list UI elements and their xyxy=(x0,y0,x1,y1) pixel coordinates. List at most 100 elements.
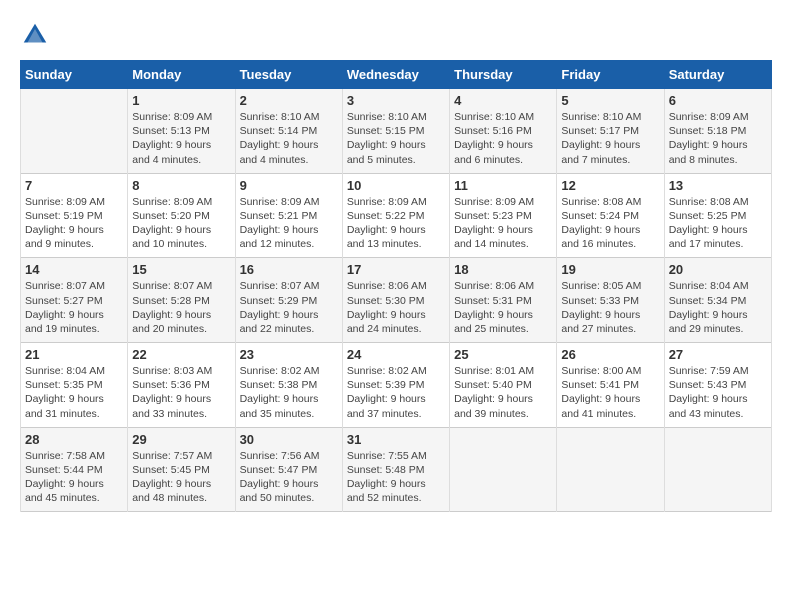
cell-info: Sunrise: 7:55 AM Sunset: 5:48 PM Dayligh… xyxy=(347,449,445,506)
cell-info: Sunrise: 8:02 AM Sunset: 5:38 PM Dayligh… xyxy=(240,364,338,421)
cell-info: Sunrise: 8:10 AM Sunset: 5:16 PM Dayligh… xyxy=(454,110,552,167)
calendar-cell: 1 Sunrise: 8:09 AM Sunset: 5:13 PM Daylig… xyxy=(128,89,235,174)
cell-info: Sunrise: 8:10 AM Sunset: 5:14 PM Dayligh… xyxy=(240,110,338,167)
calendar-cell: 27 Sunrise: 7:59 AM Sunset: 5:43 PM Dayli… xyxy=(664,343,771,428)
day-number: 16 xyxy=(240,262,338,277)
day-number: 27 xyxy=(669,347,767,362)
day-number: 6 xyxy=(669,93,767,108)
weekday-header: Tuesday xyxy=(235,61,342,89)
weekday-header: Sunday xyxy=(21,61,128,89)
weekday-header: Wednesday xyxy=(342,61,449,89)
day-number: 28 xyxy=(25,432,123,447)
day-number: 11 xyxy=(454,178,552,193)
page-header xyxy=(20,20,772,50)
calendar-cell: 25 Sunrise: 8:01 AM Sunset: 5:40 PM Dayli… xyxy=(450,343,557,428)
cell-info: Sunrise: 8:06 AM Sunset: 5:31 PM Dayligh… xyxy=(454,279,552,336)
day-number: 2 xyxy=(240,93,338,108)
calendar-cell: 30 Sunrise: 7:56 AM Sunset: 5:47 PM Dayli… xyxy=(235,427,342,512)
calendar-cell: 3 Sunrise: 8:10 AM Sunset: 5:15 PM Daylig… xyxy=(342,89,449,174)
day-number: 3 xyxy=(347,93,445,108)
calendar-cell: 5Sunrise: 8:10 AM Sunset: 5:17 PM Daylig… xyxy=(557,89,664,174)
cell-info: Sunrise: 8:09 AM Sunset: 5:13 PM Dayligh… xyxy=(132,110,230,167)
cell-info: Sunrise: 8:00 AM Sunset: 5:41 PM Dayligh… xyxy=(561,364,659,421)
calendar-body: 1 Sunrise: 8:09 AM Sunset: 5:13 PM Daylig… xyxy=(21,89,772,512)
day-number: 9 xyxy=(240,178,338,193)
calendar-cell: 13Sunrise: 8:08 AM Sunset: 5:25 PM Dayli… xyxy=(664,173,771,258)
cell-info: Sunrise: 8:09 AM Sunset: 5:18 PM Dayligh… xyxy=(669,110,767,167)
calendar-cell: 4 Sunrise: 8:10 AM Sunset: 5:16 PM Daylig… xyxy=(450,89,557,174)
cell-info: Sunrise: 8:10 AM Sunset: 5:17 PM Dayligh… xyxy=(561,110,659,167)
cell-info: Sunrise: 7:59 AM Sunset: 5:43 PM Dayligh… xyxy=(669,364,767,421)
calendar-cell: 10 Sunrise: 8:09 AM Sunset: 5:22 PM Dayli… xyxy=(342,173,449,258)
weekday-header: Thursday xyxy=(450,61,557,89)
calendar-cell: 14 Sunrise: 8:07 AM Sunset: 5:27 PM Dayli… xyxy=(21,258,128,343)
calendar-week-row: 21Sunrise: 8:04 AM Sunset: 5:35 PM Dayli… xyxy=(21,343,772,428)
calendar-cell xyxy=(21,89,128,174)
calendar-cell: 15 Sunrise: 8:07 AM Sunset: 5:28 PM Dayli… xyxy=(128,258,235,343)
calendar-cell: 24 Sunrise: 8:02 AM Sunset: 5:39 PM Dayli… xyxy=(342,343,449,428)
day-number: 1 xyxy=(132,93,230,108)
calendar-cell: 16 Sunrise: 8:07 AM Sunset: 5:29 PM Dayli… xyxy=(235,258,342,343)
cell-info: Sunrise: 8:03 AM Sunset: 5:36 PM Dayligh… xyxy=(132,364,230,421)
cell-info: Sunrise: 8:08 AM Sunset: 5:24 PM Dayligh… xyxy=(561,195,659,252)
calendar-cell: 28 Sunrise: 7:58 AM Sunset: 5:44 PM Dayli… xyxy=(21,427,128,512)
calendar-cell xyxy=(664,427,771,512)
calendar-cell: 23Sunrise: 8:02 AM Sunset: 5:38 PM Dayli… xyxy=(235,343,342,428)
calendar-cell xyxy=(557,427,664,512)
calendar-cell: 8 Sunrise: 8:09 AM Sunset: 5:20 PM Daylig… xyxy=(128,173,235,258)
weekday-header: Saturday xyxy=(664,61,771,89)
day-number: 19 xyxy=(561,262,659,277)
cell-info: Sunrise: 8:05 AM Sunset: 5:33 PM Dayligh… xyxy=(561,279,659,336)
day-number: 17 xyxy=(347,262,445,277)
calendar-cell: 6 Sunrise: 8:09 AM Sunset: 5:18 PM Daylig… xyxy=(664,89,771,174)
calendar-cell: 21Sunrise: 8:04 AM Sunset: 5:35 PM Dayli… xyxy=(21,343,128,428)
calendar-week-row: 1 Sunrise: 8:09 AM Sunset: 5:13 PM Daylig… xyxy=(21,89,772,174)
cell-info: Sunrise: 8:09 AM Sunset: 5:22 PM Dayligh… xyxy=(347,195,445,252)
cell-info: Sunrise: 7:58 AM Sunset: 5:44 PM Dayligh… xyxy=(25,449,123,506)
weekday-header: Friday xyxy=(557,61,664,89)
calendar-cell: 9 Sunrise: 8:09 AM Sunset: 5:21 PM Daylig… xyxy=(235,173,342,258)
calendar-cell: 26 Sunrise: 8:00 AM Sunset: 5:41 PM Dayli… xyxy=(557,343,664,428)
calendar-cell: 20Sunrise: 8:04 AM Sunset: 5:34 PM Dayli… xyxy=(664,258,771,343)
day-number: 29 xyxy=(132,432,230,447)
cell-info: Sunrise: 8:07 AM Sunset: 5:28 PM Dayligh… xyxy=(132,279,230,336)
cell-info: Sunrise: 8:09 AM Sunset: 5:21 PM Dayligh… xyxy=(240,195,338,252)
calendar-cell xyxy=(450,427,557,512)
calendar-cell: 11Sunrise: 8:09 AM Sunset: 5:23 PM Dayli… xyxy=(450,173,557,258)
day-number: 21 xyxy=(25,347,123,362)
cell-info: Sunrise: 8:06 AM Sunset: 5:30 PM Dayligh… xyxy=(347,279,445,336)
cell-info: Sunrise: 8:07 AM Sunset: 5:27 PM Dayligh… xyxy=(25,279,123,336)
day-number: 22 xyxy=(132,347,230,362)
cell-info: Sunrise: 8:10 AM Sunset: 5:15 PM Dayligh… xyxy=(347,110,445,167)
cell-info: Sunrise: 7:56 AM Sunset: 5:47 PM Dayligh… xyxy=(240,449,338,506)
cell-info: Sunrise: 8:02 AM Sunset: 5:39 PM Dayligh… xyxy=(347,364,445,421)
day-number: 4 xyxy=(454,93,552,108)
cell-info: Sunrise: 7:57 AM Sunset: 5:45 PM Dayligh… xyxy=(132,449,230,506)
calendar-cell: 22 Sunrise: 8:03 AM Sunset: 5:36 PM Dayli… xyxy=(128,343,235,428)
calendar-header: SundayMondayTuesdayWednesdayThursdayFrid… xyxy=(21,61,772,89)
cell-info: Sunrise: 8:09 AM Sunset: 5:20 PM Dayligh… xyxy=(132,195,230,252)
day-number: 24 xyxy=(347,347,445,362)
day-number: 13 xyxy=(669,178,767,193)
calendar-cell: 19 Sunrise: 8:05 AM Sunset: 5:33 PM Dayli… xyxy=(557,258,664,343)
calendar-week-row: 14 Sunrise: 8:07 AM Sunset: 5:27 PM Dayli… xyxy=(21,258,772,343)
logo-icon xyxy=(20,20,50,50)
day-number: 30 xyxy=(240,432,338,447)
day-number: 31 xyxy=(347,432,445,447)
day-number: 26 xyxy=(561,347,659,362)
calendar-cell: 7Sunrise: 8:09 AM Sunset: 5:19 PM Daylig… xyxy=(21,173,128,258)
cell-info: Sunrise: 8:07 AM Sunset: 5:29 PM Dayligh… xyxy=(240,279,338,336)
calendar-table: SundayMondayTuesdayWednesdayThursdayFrid… xyxy=(20,60,772,512)
cell-info: Sunrise: 8:01 AM Sunset: 5:40 PM Dayligh… xyxy=(454,364,552,421)
cell-info: Sunrise: 8:04 AM Sunset: 5:34 PM Dayligh… xyxy=(669,279,767,336)
day-number: 14 xyxy=(25,262,123,277)
calendar-week-row: 7Sunrise: 8:09 AM Sunset: 5:19 PM Daylig… xyxy=(21,173,772,258)
day-number: 8 xyxy=(132,178,230,193)
day-number: 25 xyxy=(454,347,552,362)
calendar-cell: 18Sunrise: 8:06 AM Sunset: 5:31 PM Dayli… xyxy=(450,258,557,343)
calendar-cell: 2 Sunrise: 8:10 AM Sunset: 5:14 PM Daylig… xyxy=(235,89,342,174)
calendar-cell: 12 Sunrise: 8:08 AM Sunset: 5:24 PM Dayli… xyxy=(557,173,664,258)
day-number: 10 xyxy=(347,178,445,193)
day-number: 12 xyxy=(561,178,659,193)
day-number: 15 xyxy=(132,262,230,277)
